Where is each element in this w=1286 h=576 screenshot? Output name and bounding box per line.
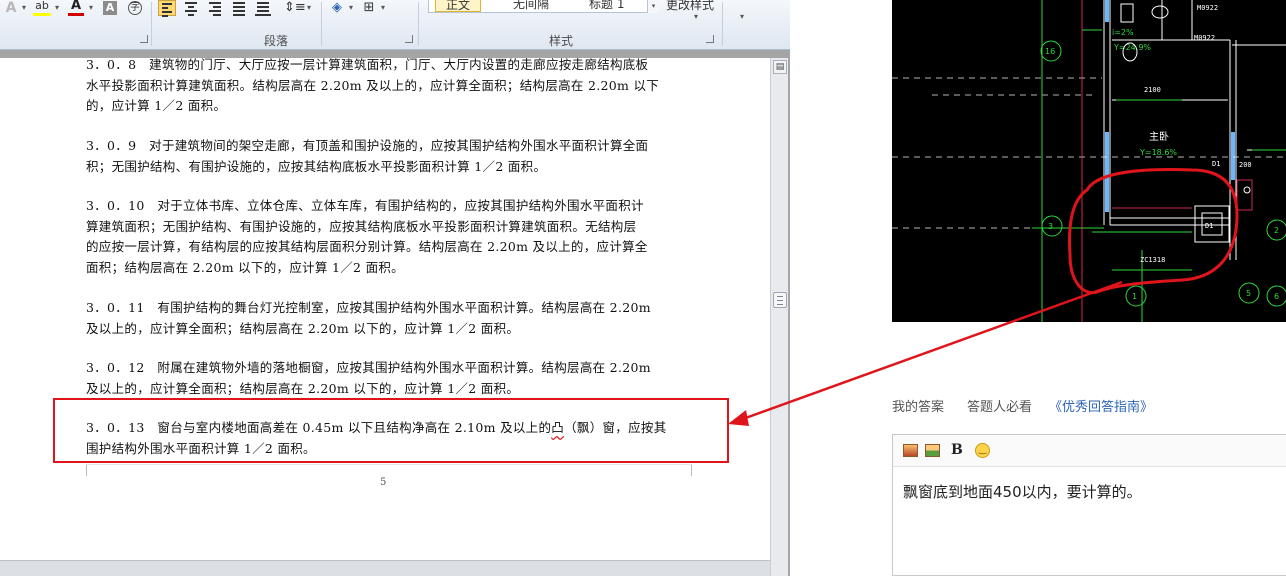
paragraph-dialog-launcher-icon[interactable] bbox=[405, 35, 413, 43]
guide-link[interactable]: 《优秀回答指南》 bbox=[1049, 396, 1153, 415]
cad-label: Y=24.9% bbox=[1113, 43, 1151, 52]
chevron-down-icon[interactable]: ▾ bbox=[347, 0, 355, 16]
cad-axis-label: 3 bbox=[1048, 222, 1053, 231]
scrollbar-thumb[interactable] bbox=[773, 292, 787, 308]
crop-mark bbox=[86, 464, 87, 476]
ruler-toggle-icon[interactable]: ▤ bbox=[773, 60, 787, 74]
font-color-icon[interactable]: A bbox=[68, 0, 84, 16]
emoji-icon[interactable]: ‿ bbox=[975, 443, 990, 458]
cad-label: D1 bbox=[1205, 222, 1213, 230]
text-line: 3．0．9 对于建筑物间的架空走廊，有顶盖和围护设施的，应按其围护结构外围水平面… bbox=[86, 138, 649, 153]
font-dialog-launcher-icon[interactable] bbox=[140, 35, 148, 43]
ribbon: A ▾ ab ▾ A ▾ A 字 ⇕≡ ▾ ◈ ▾ ⊞ ▾ 段落 正文 无间隔 bbox=[0, 0, 790, 50]
cad-axis-label: 2 bbox=[1274, 226, 1279, 235]
chevron-down-icon[interactable]: ▾ bbox=[692, 9, 700, 25]
cad-axis-label: 1 bbox=[1132, 292, 1137, 301]
text-line: 的，应计算 1／2 面积。 bbox=[86, 98, 227, 113]
cad-label: D1 bbox=[1212, 160, 1220, 168]
word-window: A ▾ ab ▾ A ▾ A 字 ⇕≡ ▾ ◈ ▾ ⊞ ▾ 段落 正文 无间隔 bbox=[0, 0, 790, 576]
cad-label: 2100 bbox=[1144, 86, 1161, 94]
cad-label: 200 bbox=[1239, 161, 1252, 169]
cad-axis-label: 6 bbox=[1274, 292, 1279, 301]
enclose-character-icon[interactable]: 字 bbox=[128, 1, 142, 15]
distributed-align-icon[interactable] bbox=[254, 0, 272, 16]
page-footer-line bbox=[86, 464, 692, 465]
annotation-highlight-box bbox=[53, 398, 729, 463]
style-normal-label: 正文 bbox=[446, 0, 471, 12]
chevron-down-icon[interactable]: ▾ bbox=[53, 0, 61, 16]
cad-label: Y=18.6% bbox=[1139, 148, 1177, 157]
tab-must-read[interactable]: 答题人必看 bbox=[967, 396, 1032, 415]
text-line: 3．0．8 建筑物的门厅、大厅应按一层计算建筑面积，门厅、大厅内设置的走廊应按走… bbox=[86, 57, 649, 72]
change-styles-button[interactable]: 更改样式 bbox=[666, 0, 714, 13]
answer-editor[interactable]: B ‿ 飘窗底到地面450以内，要计算的。 bbox=[892, 434, 1286, 576]
style-no-spacing-label: 无间隔 bbox=[513, 0, 550, 11]
styles-dialog-launcher-icon[interactable] bbox=[706, 35, 714, 43]
align-left-icon[interactable] bbox=[158, 0, 176, 17]
tab-my-answer[interactable]: 我的答案 bbox=[892, 396, 944, 415]
document-page[interactable]: 3．0．8 建筑物的门厅、大厅应按一层计算建筑面积，门厅、大厅内设置的走廊应按走… bbox=[0, 55, 770, 560]
chevron-down-icon[interactable]: ▾ bbox=[379, 0, 387, 16]
paragraph-3-0-8: 3．0．8 建筑物的门厅、大厅应按一层计算建筑面积，门厅、大厅内设置的走廊应按走… bbox=[86, 55, 696, 117]
align-right-icon[interactable] bbox=[206, 0, 224, 16]
justify-icon[interactable] bbox=[230, 0, 248, 16]
paragraph-group-label: 段落 bbox=[264, 34, 289, 48]
text-line: 算建筑面积；无围护结构、有围护设施的，应按其结构底板水平投影面积计算建筑面积。无… bbox=[86, 218, 637, 234]
text-line: 3．0．12 附属在建筑物外墙的落地橱窗，应按其围护结构外围水平面积计算。结构层… bbox=[86, 360, 651, 375]
character-shading-icon[interactable]: A bbox=[103, 1, 117, 15]
cad-axis-label: 5 bbox=[1246, 289, 1251, 298]
line-spacing-icon[interactable]: ⇕≡ bbox=[284, 0, 306, 16]
paragraph-3-0-10: 3．0．10 对于立体书库、立体仓库、立体车库，有围护结构的，应按其围护结构外围… bbox=[86, 196, 696, 278]
styles-group-label: 样式 bbox=[549, 34, 574, 48]
text-line: 的应按一层计算，有结构层的应按其结构层面积分别计算。结构层高在 2.20m 及以… bbox=[86, 239, 648, 254]
style-gallery: 正文 无间隔 标题 1 ▾ bbox=[428, 0, 659, 13]
text-line: 水平投影面积计算建筑面积。结构层高在 2.20m 及以上的，应计算全面积；结构层… bbox=[86, 77, 660, 93]
style-no-spacing[interactable]: 无间隔 bbox=[513, 0, 549, 12]
cad-room-label: 主卧 bbox=[1149, 130, 1169, 143]
cad-label: ZC1318 bbox=[1140, 256, 1165, 264]
cad-axis-label: 16 bbox=[1045, 47, 1055, 56]
answer-text[interactable]: 飘窗底到地面450以内，要计算的。 bbox=[903, 481, 1142, 502]
cad-drawing: M0922 M0922 2100 ZC1318 200 i=2% Y=24.9%… bbox=[892, 0, 1286, 322]
text-line: 及以上的，应计算全面积；结构层高在 2.20m 以下的，应计算 1／2 面积。 bbox=[86, 320, 520, 336]
cad-label: i=2% bbox=[1112, 28, 1134, 37]
horizontal-scrollbar[interactable] bbox=[0, 560, 770, 576]
cad-label: M0922 bbox=[1194, 34, 1215, 42]
editor-toolbar: B ‿ bbox=[893, 435, 1286, 467]
paragraph-3-0-9: 3．0．9 对于建筑物间的架空走廊，有顶盖和围护设施的，应按其围护结构外围水平面… bbox=[86, 136, 696, 177]
text-line: 面积；结构层高在 2.20m 以下的，应计算 1／2 面积。 bbox=[86, 259, 404, 275]
align-center-icon[interactable] bbox=[182, 0, 200, 16]
upload-image-icon[interactable] bbox=[925, 444, 940, 457]
insert-image-icon[interactable] bbox=[903, 444, 918, 457]
borders-icon[interactable]: ⊞ bbox=[361, 0, 377, 16]
shading-icon[interactable]: ◈ bbox=[327, 0, 347, 16]
chevron-down-icon[interactable]: ▾ bbox=[87, 0, 95, 16]
text-line: 及以上的，应计算全面积；结构层高在 2.20m 以下的，应计算 1／2 面积。 bbox=[86, 380, 520, 396]
bold-icon[interactable]: B bbox=[951, 442, 963, 458]
page-gap bbox=[790, 0, 892, 576]
style-normal[interactable]: 正文 bbox=[435, 0, 482, 12]
style-heading1-label: 标题 1 bbox=[589, 0, 625, 11]
chevron-down-icon[interactable]: ▾ bbox=[20, 0, 28, 16]
chevron-down-icon[interactable]: ▾ bbox=[738, 9, 746, 25]
clear-format-icon[interactable]: A bbox=[4, 0, 18, 16]
gallery-more-button[interactable]: ▾ bbox=[647, 0, 659, 13]
text-highlight-icon[interactable]: ab bbox=[33, 0, 51, 16]
paragraph-3-0-11: 3．0．11 有围护结构的舞台灯光控制室，应按其围护结构外围水平面积计算。结构层… bbox=[86, 298, 696, 339]
cad-label: M0922 bbox=[1197, 4, 1218, 12]
text-line: 3．0．10 对于立体书库、立体仓库、立体车库，有围护结构的，应按其围护结构外围… bbox=[86, 198, 644, 213]
text-line: 3．0．11 有围护结构的舞台灯光控制室，应按其围护结构外围水平面积计算。结构层… bbox=[86, 300, 651, 315]
crop-mark bbox=[691, 464, 692, 476]
text-line: 积；无围护结构、有围护设施的，应按其结构底板水平投影面积计算 1／2 面积。 bbox=[86, 158, 547, 174]
style-heading1[interactable]: 标题 1 bbox=[589, 0, 624, 12]
cad-drawing-image: M0922 M0922 2100 ZC1318 200 i=2% Y=24.9%… bbox=[892, 0, 1286, 322]
paragraph-3-0-12: 3．0．12 附属在建筑物外墙的落地橱窗，应按其围护结构外围水平面积计算。结构层… bbox=[86, 358, 696, 399]
vertical-scrollbar[interactable]: ▤ bbox=[770, 58, 788, 576]
page-number: 5 bbox=[380, 477, 387, 488]
chevron-down-icon[interactable]: ▾ bbox=[305, 0, 313, 16]
